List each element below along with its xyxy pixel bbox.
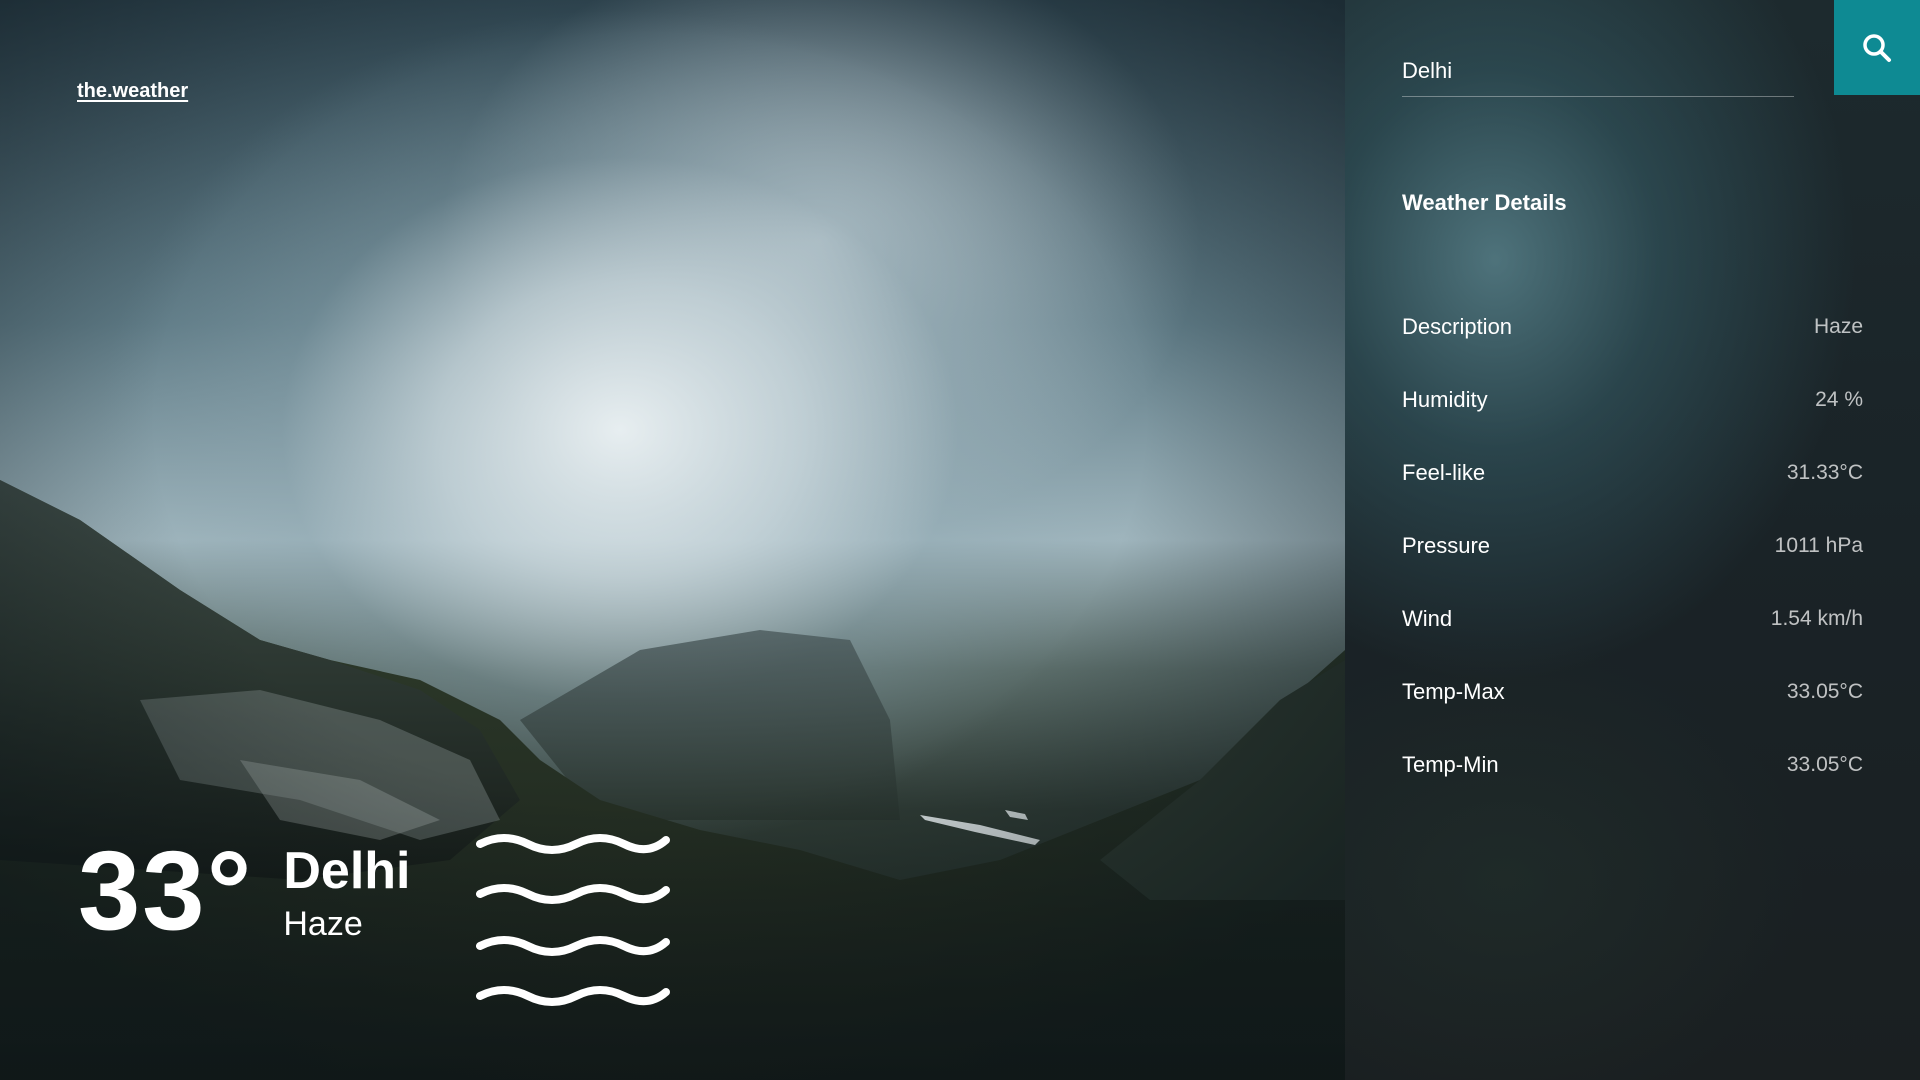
search-button[interactable] xyxy=(1834,0,1920,95)
detail-row-description: Description Haze xyxy=(1402,290,1863,363)
details-panel: Weather Details Description Haze Humidit… xyxy=(1345,0,1920,1080)
location-search xyxy=(1402,58,1794,97)
detail-value: 33.05°C xyxy=(1786,752,1863,776)
detail-row-pressure: Pressure 1011 hPa xyxy=(1402,509,1863,582)
detail-label: Wind xyxy=(1402,605,1453,631)
detail-value: 33.05°C xyxy=(1786,679,1863,703)
detail-row-feel-like: Feel-like 31.33°C xyxy=(1402,436,1863,509)
detail-label: Pressure xyxy=(1402,532,1491,558)
weather-details-list: Description Haze Humidity 24 % Feel-like… xyxy=(1402,290,1863,801)
detail-label: Humidity xyxy=(1402,386,1488,412)
brand-logo-link[interactable]: the.weather xyxy=(77,80,188,103)
current-condition: Haze xyxy=(283,905,363,944)
weather-details-title: Weather Details xyxy=(1402,190,1567,215)
haze-icon xyxy=(476,834,670,1006)
detail-label: Temp-Min xyxy=(1402,751,1499,777)
detail-value: 1.54 km/h xyxy=(1770,606,1863,630)
detail-row-humidity: Humidity 24 % xyxy=(1402,363,1863,436)
detail-value: Haze xyxy=(1813,314,1863,338)
current-temperature: 33° xyxy=(78,828,254,953)
detail-label: Feel-like xyxy=(1402,459,1486,485)
current-city: Delhi xyxy=(283,842,411,900)
detail-label: Temp-Max xyxy=(1402,678,1505,704)
detail-label: Description xyxy=(1402,313,1513,339)
detail-value: 24 % xyxy=(1815,387,1863,411)
detail-row-temp-max: Temp-Max 33.05°C xyxy=(1402,655,1863,728)
weather-app: the.weather 33° Delhi Haze Weather Detai… xyxy=(0,0,1920,1080)
detail-row-temp-min: Temp-Min 33.05°C xyxy=(1402,728,1863,801)
detail-value: 31.33°C xyxy=(1786,460,1863,484)
current-location: Delhi Haze xyxy=(283,842,411,946)
detail-value: 1011 hPa xyxy=(1774,533,1863,557)
location-search-input[interactable] xyxy=(1402,58,1794,84)
search-icon xyxy=(1863,33,1891,62)
current-weather: 33° Delhi Haze xyxy=(78,835,411,947)
detail-row-wind: Wind 1.54 km/h xyxy=(1402,582,1863,655)
